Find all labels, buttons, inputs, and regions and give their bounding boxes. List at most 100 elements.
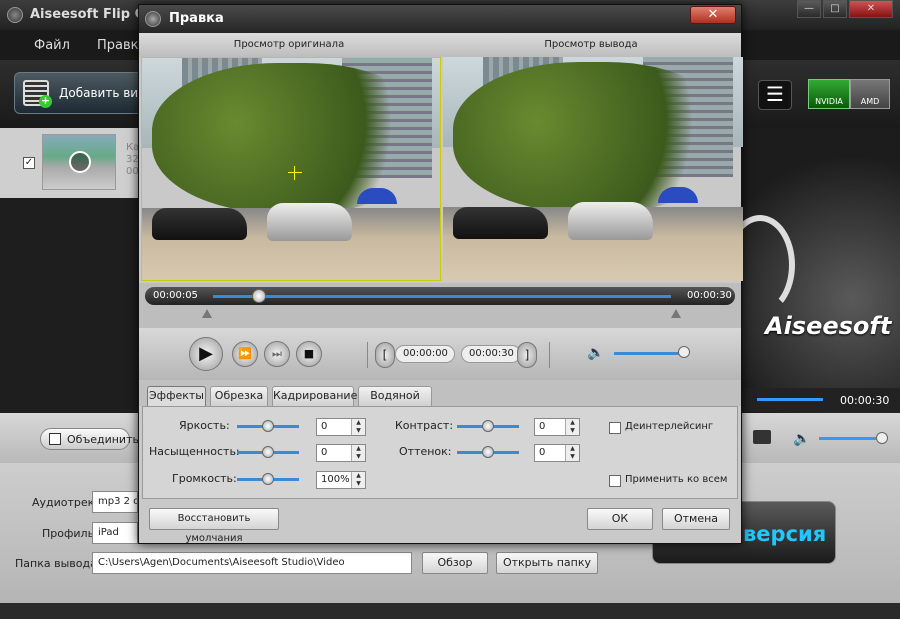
crop-crosshair-icon[interactable] [288,166,302,180]
hue-spinbox[interactable]: 0 ▲ ▼ [534,444,580,462]
play-overlay-icon [69,151,91,173]
tab-effects[interactable]: Эффекты [147,386,206,406]
merge-icon [49,433,61,445]
volume-speaker-icon[interactable]: 🔈 [587,345,604,361]
browse-button[interactable]: Обзор [422,552,488,574]
spin-arrows[interactable]: ▲ ▼ [565,445,579,461]
seek-bar[interactable] [213,295,671,298]
video-frame [568,202,653,240]
dialog-footer: Восстановить умолчания ОК Отмена [139,499,741,544]
slider-knob[interactable] [262,420,274,432]
spin-value: 0 [321,447,328,458]
edit-dialog: Правка ✕ Просмотр оригинала Просмотр выв… [138,4,743,544]
volume-slider[interactable] [614,352,684,355]
brightness-slider[interactable] [237,420,299,433]
fast-forward-button[interactable]: ⏩ [232,341,258,367]
spin-up-icon[interactable]: ▲ [352,445,365,453]
dialog-titlebar: Правка ✕ [139,5,741,33]
restore-defaults-button[interactable]: Восстановить умолчания [149,508,279,544]
deinterlace-label: Деинтерлейсинг [625,421,714,432]
spin-down-icon[interactable]: ▼ [352,427,365,435]
apply-all-label: Применить ко всем [625,474,728,485]
spin-up-icon[interactable]: ▲ [566,445,579,453]
volume-label: Громкость: [172,472,237,485]
spin-value: 0 [539,421,546,432]
slider-knob[interactable] [482,446,494,458]
spin-value: 0 [539,447,546,458]
spin-down-icon[interactable]: ▼ [566,453,579,461]
spin-down-icon[interactable]: ▼ [566,427,579,435]
seek-row: 00:00:05 00:00:30 [139,283,741,328]
merge-button[interactable]: Объединить [40,428,139,450]
apply-all-checkbox[interactable] [609,475,621,487]
tab-trim[interactable]: Обрезка [210,386,268,406]
video-frame [152,208,247,240]
trim-start-marker[interactable] [202,309,212,318]
output-folder-field[interactable]: C:\Users\Agen\Documents\Aiseesoft Studio… [92,552,412,574]
spin-arrows[interactable]: ▲ ▼ [351,472,365,488]
brightness-spinbox[interactable]: 0 ▲ ▼ [316,418,366,436]
output-folder-label: Папка вывода: [15,557,101,570]
audio-track-label: Аудиотрек: [32,496,99,509]
volume-knob[interactable] [678,346,690,358]
spin-arrows[interactable]: ▲ ▼ [351,445,365,461]
end-time-field[interactable]: 00:00:30 [461,345,521,363]
slider-knob[interactable] [262,446,274,458]
effects-panel: Яркость: 0 ▲ ▼ Насыщенность: 0 ▲ ▼ Громкос… [142,406,738,499]
maximize-button[interactable]: □ [823,0,847,18]
minimize-button[interactable]: — [797,0,821,18]
folder-icon[interactable] [753,430,771,444]
spin-down-icon[interactable]: ▼ [352,480,365,488]
spin-up-icon[interactable]: ▲ [566,419,579,427]
spin-up-icon[interactable]: ▲ [352,419,365,427]
stop-button[interactable]: ■ [296,341,322,367]
spin-down-icon[interactable]: ▼ [352,453,365,461]
ok-button[interactable]: ОК [587,508,653,530]
spin-arrows[interactable]: ▲ ▼ [351,419,365,435]
menu-edit[interactable]: Правк [97,38,139,53]
preview-volume-slider[interactable] [819,437,881,440]
preview-volume-knob[interactable] [876,432,888,444]
slider-knob[interactable] [482,420,494,432]
preview-seek-time: 00:00:30 [840,394,890,407]
app-close-button[interactable]: ✕ [849,0,893,18]
start-time-field[interactable]: 00:00:00 [395,345,455,363]
play-button[interactable]: ▶ [189,337,223,371]
audio-track-select[interactable]: mp3 2 cha [92,491,138,513]
tab-crop[interactable]: Кадрирование [272,386,357,406]
dialog-close-button[interactable]: ✕ [690,6,736,24]
spin-up-icon[interactable]: ▲ [352,472,365,480]
menu-file[interactable]: Файл [34,38,70,53]
volume-spinbox[interactable]: 100% ▲ ▼ [316,471,366,489]
file-thumbnail[interactable] [42,134,116,190]
open-folder-button[interactable]: Открыть папку [496,552,598,574]
seek-total-time: 00:00:30 [687,290,732,301]
contrast-slider[interactable] [457,420,519,433]
cancel-button[interactable]: Отмена [662,508,730,530]
saturation-spinbox[interactable]: 0 ▲ ▼ [316,444,366,462]
seek-knob[interactable] [251,289,266,303]
original-preview-video[interactable] [141,57,441,281]
brightness-label: Яркость: [179,419,230,432]
saturation-label: Насыщенность: [149,445,240,458]
speaker-icon: 🔈 [793,431,811,447]
file-checkbox[interactable]: ✓ [23,157,35,169]
deinterlace-checkbox[interactable] [609,422,621,434]
volume-effect-slider[interactable] [237,473,299,486]
spin-arrows[interactable]: ▲ ▼ [565,419,579,435]
profile-label: Профиль: [42,527,98,540]
list-view-icon[interactable]: ☰ [758,80,792,110]
profile-select[interactable]: iPad [92,522,138,544]
hue-slider[interactable] [457,446,519,459]
trim-end-marker[interactable] [671,309,681,318]
slider-knob[interactable] [262,473,274,485]
spin-value: 100% [321,474,350,485]
divider [549,342,550,368]
saturation-slider[interactable] [237,446,299,459]
next-frame-button[interactable]: ⏭ [264,341,290,367]
contrast-spinbox[interactable]: 0 ▲ ▼ [534,418,580,436]
video-frame [267,203,352,241]
set-start-button[interactable]: [ [375,342,395,368]
tab-watermark[interactable]: Водяной знак [358,386,432,420]
set-end-button[interactable]: ] [517,342,537,368]
